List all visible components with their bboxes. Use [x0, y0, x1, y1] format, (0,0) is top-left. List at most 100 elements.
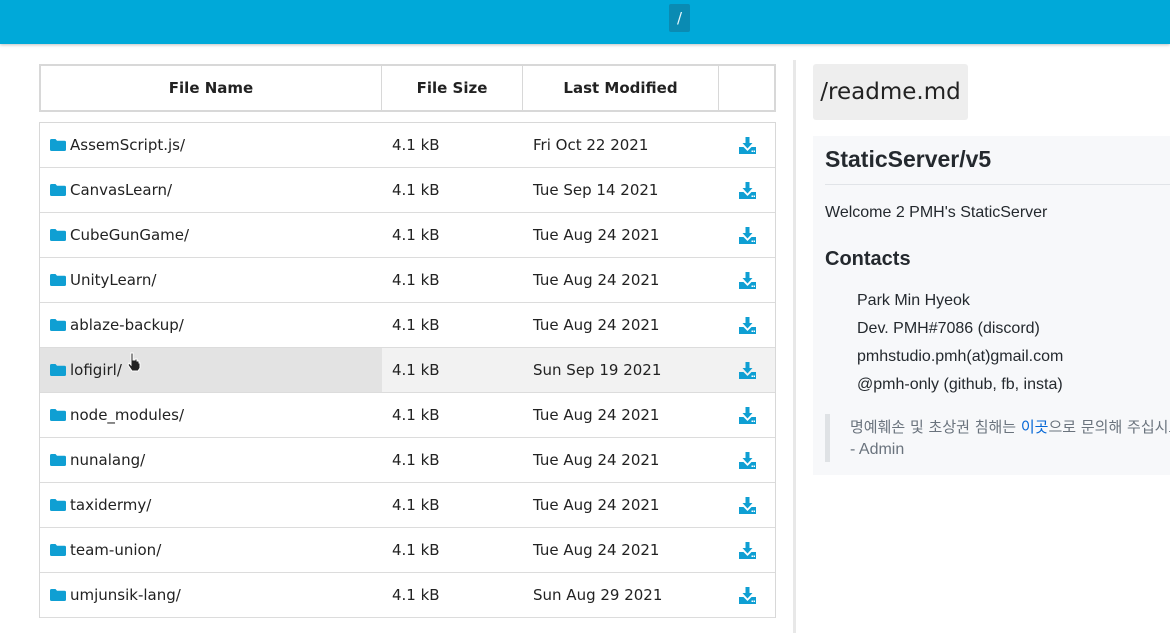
contact-name: Park Min Hyeok — [857, 292, 970, 309]
table-row[interactable]: CubeGunGame/4.1 kB Tue Aug 24 2021 — [40, 213, 775, 258]
notice-link[interactable]: 이곳 — [1021, 418, 1049, 436]
file-name[interactable]: nunalang/ — [70, 451, 145, 469]
header-last-modified[interactable]: Last Modified — [523, 66, 719, 110]
folder-icon — [50, 454, 66, 466]
file-name-cell[interactable]: taxidermy/ — [40, 483, 382, 527]
download-icon[interactable] — [719, 168, 775, 212]
table-row[interactable]: team-union/4.1 kB Tue Aug 24 2021 — [40, 528, 775, 573]
download-icon[interactable] — [719, 483, 775, 527]
folder-icon — [50, 499, 66, 511]
last-modified-cell: Tue Aug 24 2021 — [533, 226, 660, 244]
download-icon[interactable] — [719, 258, 775, 302]
contact-social: @pmh-only (github, fb, insta) — [857, 376, 1063, 393]
file-size-cell: 4.1 kB — [392, 451, 440, 469]
file-name[interactable]: umjunsik-lang/ — [70, 586, 181, 604]
folder-icon — [50, 274, 66, 286]
table-row[interactable]: AssemScript.js/4.1 kB Fri Oct 22 2021 — [40, 123, 775, 168]
folder-icon — [50, 139, 66, 151]
readme-content: StaticServer/v5 Welcome 2 PMH's StaticSe… — [813, 136, 1170, 475]
file-name-cell[interactable]: AssemScript.js/ — [40, 123, 382, 167]
title-divider — [825, 184, 1170, 185]
file-name-cell[interactable]: CubeGunGame/ — [40, 213, 382, 257]
header-file-size[interactable]: File Size — [382, 66, 523, 110]
folder-icon — [50, 364, 66, 376]
notice-signature: - Admin — [850, 441, 905, 458]
file-size-cell: 4.1 kB — [392, 226, 440, 244]
file-name[interactable]: ablaze-backup/ — [70, 316, 184, 334]
file-name[interactable]: team-union/ — [70, 541, 161, 559]
file-size-cell: 4.1 kB — [392, 496, 440, 514]
notice-text: 명예훼손 및 초상권 침해는 이곳으로 문의해 주십시오 — [850, 416, 1170, 437]
contact-email: pmhstudio.pmh(at)gmail.com — [857, 348, 1064, 365]
file-name-cell[interactable]: umjunsik-lang/ — [40, 573, 382, 617]
file-size-cell: 4.1 kB — [392, 406, 440, 424]
download-icon[interactable] — [719, 438, 775, 482]
file-name[interactable]: node_modules/ — [70, 406, 184, 424]
last-modified-cell: Tue Aug 24 2021 — [533, 406, 660, 424]
table-row[interactable]: taxidermy/4.1 kB Tue Aug 24 2021 — [40, 483, 775, 528]
file-name-cell[interactable]: nunalang/ — [40, 438, 382, 482]
file-size-cell: 4.1 kB — [392, 541, 440, 559]
file-name[interactable]: CubeGunGame/ — [70, 226, 189, 244]
folder-icon — [50, 184, 66, 196]
download-icon[interactable] — [719, 213, 775, 257]
file-name[interactable]: AssemScript.js/ — [70, 136, 185, 154]
file-name[interactable]: CanvasLearn/ — [70, 181, 172, 199]
notice-after: 으로 문의해 주십시오 — [1048, 418, 1170, 436]
folder-icon — [50, 319, 66, 331]
table-row[interactable]: node_modules/4.1 kB Tue Aug 24 2021 — [40, 393, 775, 438]
download-icon[interactable] — [719, 528, 775, 572]
last-modified-cell: Tue Aug 24 2021 — [533, 316, 660, 334]
last-modified-cell: Tue Sep 14 2021 — [533, 181, 659, 199]
file-size-cell: 4.1 kB — [392, 361, 440, 379]
contacts-list: Park Min Hyeok Dev. PMH#7086 (discord) p… — [857, 290, 1063, 402]
last-modified-cell: Tue Aug 24 2021 — [533, 451, 660, 469]
download-icon[interactable] — [719, 348, 775, 392]
file-name-cell[interactable]: UnityLearn/ — [40, 258, 382, 302]
hand-cursor-icon — [127, 352, 141, 372]
file-name[interactable]: lofigirl/ — [70, 361, 122, 379]
table-row[interactable]: nunalang/4.1 kB Tue Aug 24 2021 — [40, 438, 775, 483]
file-name[interactable]: taxidermy/ — [70, 496, 151, 514]
file-size-cell: 4.1 kB — [392, 181, 440, 199]
file-size-cell: 4.1 kB — [392, 136, 440, 154]
folder-icon — [50, 589, 66, 601]
download-icon[interactable] — [719, 303, 775, 347]
file-name-cell[interactable]: CanvasLearn/ — [40, 168, 382, 212]
readme-path: /readme.md — [813, 64, 968, 120]
file-size-cell: 4.1 kB — [392, 586, 440, 604]
download-icon[interactable] — [719, 573, 775, 617]
table-row[interactable]: UnityLearn/4.1 kB Tue Aug 24 2021 — [40, 258, 775, 303]
notice-before: 명예훼손 및 초상권 침해는 — [850, 418, 1021, 436]
contacts-heading: Contacts — [825, 248, 911, 270]
last-modified-cell: Tue Aug 24 2021 — [533, 541, 660, 559]
folder-icon — [50, 544, 66, 556]
last-modified-cell: Fri Oct 22 2021 — [533, 136, 649, 154]
file-name-cell[interactable]: lofigirl/ — [40, 348, 382, 392]
panel-divider[interactable] — [793, 60, 796, 633]
path-button[interactable]: / — [669, 4, 690, 32]
file-name-cell[interactable]: team-union/ — [40, 528, 382, 572]
last-modified-cell: Tue Aug 24 2021 — [533, 496, 660, 514]
table-row[interactable]: ablaze-backup/4.1 kB Tue Aug 24 2021 — [40, 303, 775, 348]
last-modified-cell: Sun Aug 29 2021 — [533, 586, 663, 604]
table-row[interactable]: lofigirl/4.1 kB Sun Sep 19 2021 — [40, 348, 775, 393]
download-icon[interactable] — [719, 393, 775, 437]
last-modified-cell: Sun Sep 19 2021 — [533, 361, 662, 379]
contact-discord: Dev. PMH#7086 (discord) — [857, 320, 1040, 337]
header-download — [719, 66, 774, 110]
file-rows: AssemScript.js/4.1 kB Fri Oct 22 2021 Canv… — [39, 122, 776, 618]
file-name-cell[interactable]: ablaze-backup/ — [40, 303, 382, 347]
table-row[interactable]: CanvasLearn/4.1 kB Tue Sep 14 2021 — [40, 168, 775, 213]
table-row[interactable]: umjunsik-lang/4.1 kB Sun Aug 29 2021 — [40, 573, 775, 618]
last-modified-cell: Tue Aug 24 2021 — [533, 271, 660, 289]
file-name[interactable]: UnityLearn/ — [70, 271, 156, 289]
admin-notice: 명예훼손 및 초상권 침해는 이곳으로 문의해 주십시오 - Admin — [825, 414, 1170, 462]
folder-icon — [50, 229, 66, 241]
folder-icon — [50, 409, 66, 421]
file-name-cell[interactable]: node_modules/ — [40, 393, 382, 437]
file-size-cell: 4.1 kB — [392, 271, 440, 289]
readme-title: StaticServer/v5 — [825, 146, 992, 172]
header-file-name[interactable]: File Name — [41, 66, 382, 110]
download-icon[interactable] — [719, 123, 775, 167]
